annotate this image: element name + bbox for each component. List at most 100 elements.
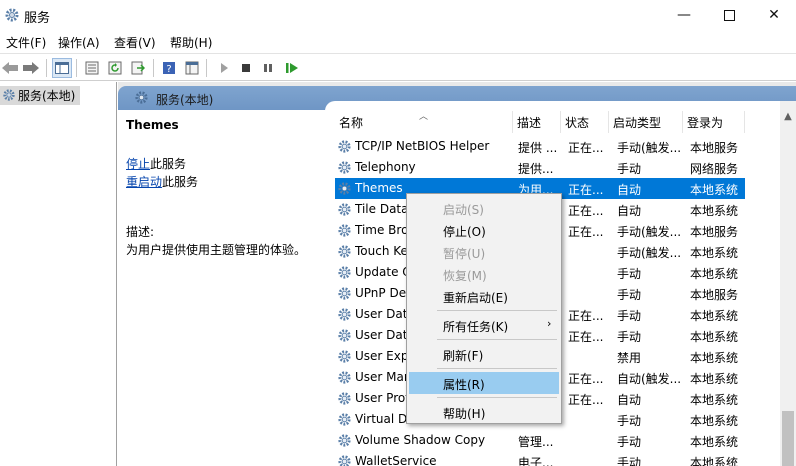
context-menu-pause: 暂停(U)	[409, 241, 559, 263]
context-menu-restart[interactable]: 重新启动(E)	[409, 285, 559, 307]
service-startup-type: 手动	[617, 267, 642, 281]
menu-file[interactable]: 文件(F)	[6, 34, 46, 51]
console-icon[interactable]	[182, 58, 202, 78]
service-logon: 本地系统	[690, 435, 739, 449]
column-header-name[interactable]: 名称	[335, 111, 513, 133]
service-title: Themes	[126, 118, 179, 132]
service-status: 正在...	[568, 204, 604, 218]
column-header-logon[interactable]: 登录为	[683, 111, 745, 133]
tree-pane: 服务(本地)	[0, 82, 117, 466]
context-menu-help[interactable]: 帮助(H)	[409, 401, 559, 423]
export-list-icon[interactable]	[128, 58, 148, 78]
column-header-startup-type[interactable]: 启动类型	[609, 111, 683, 133]
context-menu-label: 启动(S)	[443, 203, 484, 217]
window-title: 服务	[24, 11, 51, 26]
pause-icon[interactable]	[258, 58, 278, 78]
service-logon: 本地系统	[690, 372, 739, 386]
chevron-right-icon: ›	[547, 317, 552, 330]
title-bar: 服务 — ✕	[0, 0, 796, 30]
service-logon: 本地系统	[690, 393, 739, 407]
service-startup-type: 手动	[617, 162, 642, 176]
service-status: 正在...	[568, 183, 604, 197]
column-header-description[interactable]: 描述	[513, 111, 561, 133]
service-startup-type: 手动	[617, 414, 642, 428]
back-arrow-icon[interactable]	[0, 58, 20, 78]
service-logon: 本地系统	[690, 309, 739, 323]
toolbar: ?	[0, 53, 796, 81]
close-button[interactable]: ✕	[751, 0, 796, 30]
service-gear-icon	[337, 223, 352, 238]
service-gear-icon	[337, 202, 352, 217]
context-menu-all-tasks[interactable]: 所有任务(K) ›	[409, 314, 559, 336]
service-logon: 本地系统	[690, 267, 739, 281]
service-logon: 本地系统	[690, 351, 739, 365]
stop-icon[interactable]	[236, 58, 256, 78]
stop-service-suffix: 此服务	[150, 157, 187, 171]
service-gear-icon	[337, 307, 352, 322]
service-name: TCP/IP NetBIOS Helper	[355, 139, 490, 153]
table-row[interactable]: TCP/IP NetBIOS Helper 提供 ... 正在... 手动(触发...…	[335, 136, 745, 157]
menu-help[interactable]: 帮助(H)	[170, 34, 212, 51]
scroll-thumb[interactable]	[782, 411, 794, 466]
service-gear-icon	[337, 349, 352, 364]
service-description: 提供 ...	[518, 141, 558, 155]
service-logon: 本地系统	[690, 183, 739, 197]
service-logon: 本地系统	[690, 456, 739, 466]
service-description: 电子...	[518, 456, 554, 466]
minimize-button[interactable]: —	[661, 0, 707, 30]
restart-service-link[interactable]: 重启动	[126, 175, 162, 189]
service-gear-icon	[337, 370, 352, 385]
scroll-up-icon[interactable]: ▲	[780, 109, 796, 123]
restart-service-suffix: 此服务	[162, 175, 199, 189]
table-row[interactable]: Telephony 提供... 手动 网络服务	[335, 157, 745, 178]
forward-arrow-icon[interactable]	[21, 58, 41, 78]
service-logon: 本地服务	[690, 288, 739, 302]
service-startup-type: 自动	[617, 393, 642, 407]
context-menu-stop[interactable]: 停止(O)	[409, 219, 559, 241]
service-gear-icon	[337, 160, 352, 175]
tree-item-services-local[interactable]: 服务(本地)	[0, 86, 80, 105]
context-menu-label: 属性(R)	[443, 378, 485, 392]
service-startup-type: 自动(触发...	[617, 372, 682, 386]
restart-icon[interactable]	[282, 58, 302, 78]
table-row[interactable]: Volume Shadow Copy 管理... 手动 本地系统	[335, 430, 745, 451]
service-logon: 本地服务	[690, 225, 739, 239]
service-status: 正在...	[568, 141, 604, 155]
menu-action[interactable]: 操作(A)	[58, 34, 100, 51]
context-menu-label: 暂停(U)	[443, 247, 486, 261]
context-menu-label: 刷新(F)	[443, 349, 484, 363]
service-gear-icon	[337, 139, 352, 154]
service-startup-type: 手动	[617, 456, 642, 466]
service-logon: 本地系统	[690, 204, 739, 218]
service-gear-icon	[337, 265, 352, 280]
properties-icon[interactable]	[82, 58, 102, 78]
stop-service-link[interactable]: 停止	[126, 157, 150, 171]
service-startup-type: 手动(触发...	[617, 225, 682, 239]
service-gear-icon	[337, 244, 352, 259]
table-row[interactable]: WalletService 电子... 手动 本地系统	[335, 451, 745, 466]
menu-view[interactable]: 查看(V)	[114, 34, 156, 51]
context-menu-label: 重新启动(E)	[443, 291, 508, 305]
service-startup-type: 手动	[617, 330, 642, 344]
maximize-icon	[723, 9, 735, 21]
service-logon: 本地服务	[690, 141, 739, 155]
refresh-icon[interactable]	[105, 58, 125, 78]
show-tree-icon[interactable]	[52, 58, 72, 78]
service-status: 正在...	[568, 393, 604, 407]
help-icon[interactable]: ?	[159, 58, 179, 78]
context-menu: 启动(S) 停止(O) 暂停(U) 恢复(M) 重新启动(E) 所有任务(K) ›…	[406, 193, 562, 424]
service-gear-icon	[337, 412, 352, 427]
service-logon: 本地系统	[690, 330, 739, 344]
description-label: 描述:	[126, 225, 155, 239]
service-name: Telephony	[355, 160, 416, 174]
stop-service-line: 停止此服务	[126, 155, 186, 172]
context-menu-properties[interactable]: 属性(R)	[409, 372, 559, 394]
context-menu-refresh[interactable]: 刷新(F)	[409, 343, 559, 365]
service-startup-type: 自动	[617, 204, 642, 218]
vertical-scrollbar[interactable]: ▲	[780, 101, 796, 466]
service-description: 提供...	[518, 162, 554, 176]
service-startup-type: 手动(触发...	[617, 246, 682, 260]
maximize-button[interactable]	[706, 0, 752, 30]
column-header-status[interactable]: 状态	[561, 111, 609, 133]
start-icon[interactable]	[214, 58, 234, 78]
